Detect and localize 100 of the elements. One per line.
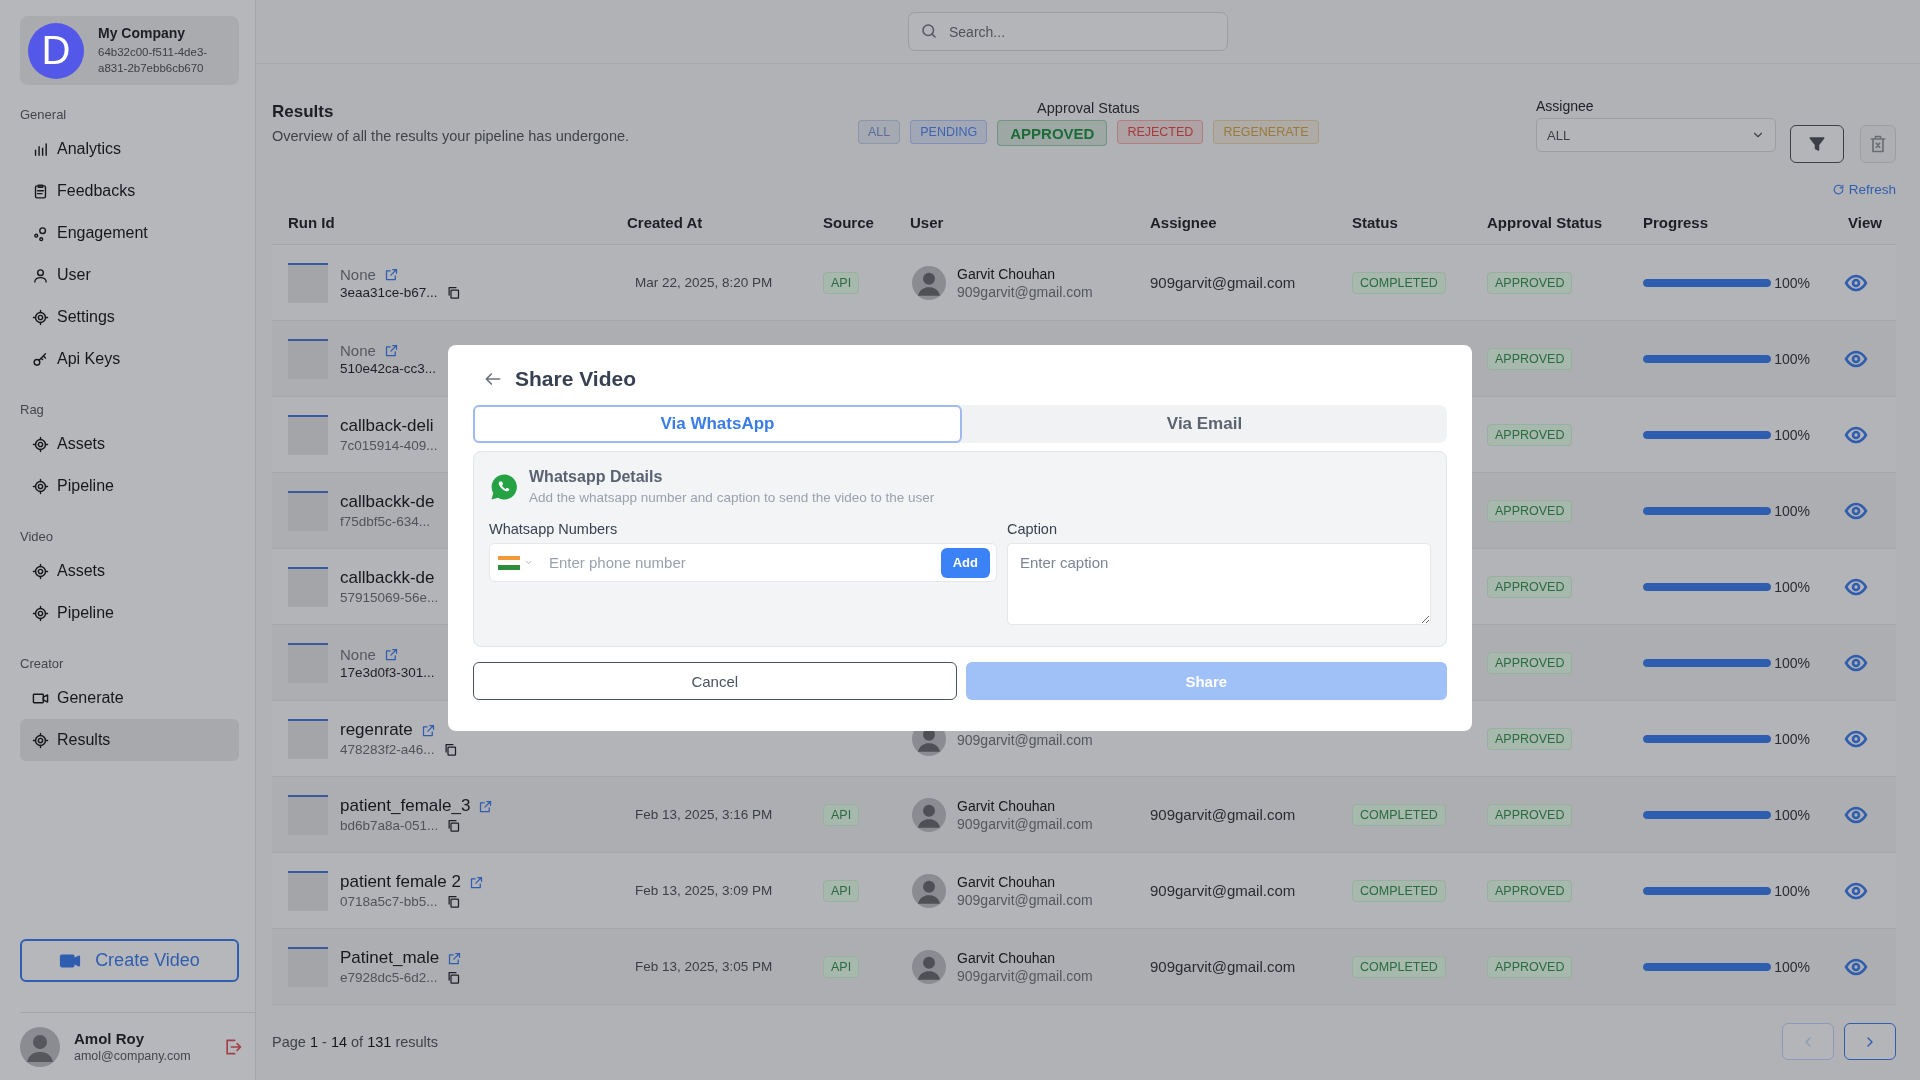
user-name: Garvit Chouhan — [957, 873, 1057, 890]
external-link-icon[interactable] — [383, 266, 399, 282]
run-id: bd6b7a8a-051... — [340, 818, 439, 833]
funnel-icon — [1808, 135, 1826, 153]
copy-icon[interactable] — [445, 284, 461, 300]
add-button[interactable]: Add — [940, 547, 990, 578]
filter-label: Approval Status — [1037, 100, 1140, 116]
run-id: 7c015914-409... — [340, 438, 438, 453]
avatar-silhouette-icon — [912, 873, 946, 908]
run-name: callbackk-de — [340, 492, 435, 512]
video-thumbnail — [288, 794, 328, 835]
column-header: Approval Status — [1487, 214, 1604, 231]
cancel-button[interactable]: Cancel — [473, 662, 957, 700]
avatar-silhouette-icon — [912, 265, 946, 300]
page-title: Results — [272, 102, 335, 122]
external-link-icon[interactable] — [478, 798, 494, 814]
share-tab[interactable]: Via Email — [962, 405, 1447, 443]
run-name: patient female 2 — [340, 872, 461, 892]
run-id: f75dbf5c-634... — [340, 514, 431, 529]
sidebar-item[interactable]: Assets — [20, 423, 239, 465]
delete-button[interactable] — [1860, 125, 1896, 163]
sidebar-item[interactable]: Assets — [20, 550, 239, 592]
user-name: Garvit Chouhan — [957, 797, 1057, 814]
source-badge: API — [823, 271, 860, 294]
bar-chart-icon — [32, 140, 49, 158]
source-badge: API — [823, 955, 860, 978]
progress-value: 100% — [1774, 806, 1810, 823]
source-badge: API — [823, 803, 860, 826]
column-header: User — [910, 214, 945, 231]
share-tab[interactable]: Via WhatsApp — [473, 405, 962, 443]
copy-icon[interactable] — [445, 894, 461, 909]
user-email: amol@company.com — [74, 1049, 192, 1063]
external-link-icon[interactable] — [383, 646, 399, 662]
video-thumbnail — [288, 414, 328, 455]
video-thumbnail — [288, 718, 328, 759]
sidebar-item[interactable]: Engagement — [20, 212, 239, 254]
external-link-icon[interactable] — [420, 722, 436, 738]
avatar-silhouette-icon — [912, 797, 946, 832]
run-id: 478283f2-a46... — [340, 742, 435, 757]
status-badge: COMPLETED — [1352, 803, 1446, 826]
status-badge: COMPLETED — [1352, 271, 1446, 294]
status-badge: COMPLETED — [1352, 955, 1446, 978]
approval-badge: APPROVED — [1487, 271, 1573, 294]
run-id: e7928dc5-6d2... — [340, 970, 438, 985]
created-date: Feb 13, 2025, 3:16 PM — [634, 807, 773, 822]
run-id: 0718a5c7-bb5... — [340, 894, 438, 909]
dialog-title: Share Video — [515, 367, 636, 391]
external-link-icon[interactable] — [468, 874, 484, 890]
sidebar-item[interactable]: Api Keys — [20, 338, 239, 380]
video-thumbnail — [288, 642, 328, 683]
company-card[interactable]: D My Company 64b32c00-f511-4de3-a831-2b7ebb6cb670 — [20, 16, 239, 85]
sidebar-item[interactable]: Generate — [20, 677, 239, 719]
filter-label: Assignee — [1536, 98, 1595, 114]
chat-phone-icon — [489, 471, 519, 502]
video-thumbnail — [288, 870, 328, 911]
sidebar-item[interactable]: Settings — [20, 296, 239, 338]
copy-icon[interactable] — [442, 742, 458, 757]
next-page-button[interactable] — [1844, 1023, 1896, 1060]
caption-field[interactable]: Enter caption — [1007, 543, 1431, 625]
progress-value: 100% — [1774, 958, 1810, 975]
phone-number-field[interactable]: Enter phone number Add — [489, 543, 997, 582]
approval-badge: APPROVED — [1487, 423, 1573, 446]
run-name: None — [340, 341, 376, 359]
section-label: Video — [20, 529, 54, 544]
progress-value: 100% — [1774, 882, 1810, 899]
video-thumbnail — [288, 490, 328, 531]
approval-badge: APPROVED — [1487, 651, 1573, 674]
sidebar-item[interactable]: Results — [20, 719, 239, 761]
video-thumbnail — [288, 262, 328, 303]
run-id: 57915069-56e... — [340, 590, 439, 605]
copy-icon[interactable] — [445, 970, 461, 985]
field-label: Caption — [1007, 521, 1058, 537]
user-name: Garvit Chouhan — [957, 949, 1057, 966]
filter-button[interactable] — [1790, 125, 1844, 163]
approval-badge: APPROVED — [1487, 727, 1573, 750]
sidebar-item[interactable]: Pipeline — [20, 592, 239, 634]
search-icon — [920, 22, 938, 40]
chevron-down-icon — [524, 558, 533, 567]
sidebar-item[interactable]: Pipeline — [20, 465, 239, 507]
run-id: 510e42ca-cc3... — [340, 360, 437, 376]
column-header: View — [1847, 214, 1883, 231]
copy-icon[interactable] — [446, 818, 462, 833]
search-field[interactable]: Search... — [908, 12, 1228, 51]
run-name: callbackk-de — [340, 568, 435, 588]
sidebar-item[interactable]: Feedbacks — [20, 170, 239, 212]
key-icon — [32, 350, 49, 368]
created-date: Mar 22, 2025, 8:20 PM — [634, 275, 773, 290]
column-header: Run Id — [287, 214, 336, 231]
person-icon — [32, 266, 49, 284]
external-link-icon[interactable] — [383, 342, 399, 358]
section-label: General — [20, 107, 68, 122]
sidebar-item[interactable]: User — [20, 254, 239, 296]
assignee-email: 909garvit@gmail.com — [1150, 882, 1296, 899]
assignee-email: 909garvit@gmail.com — [1150, 958, 1296, 975]
progress-value: 100% — [1774, 350, 1810, 367]
column-header: Source — [823, 214, 875, 231]
pagination-text: Page 1 - 14 of 131 results — [272, 1033, 439, 1050]
run-name: None — [340, 645, 376, 663]
sidebar-item[interactable]: Analytics — [20, 128, 239, 170]
assignee-select[interactable]: ALL — [1536, 118, 1776, 152]
